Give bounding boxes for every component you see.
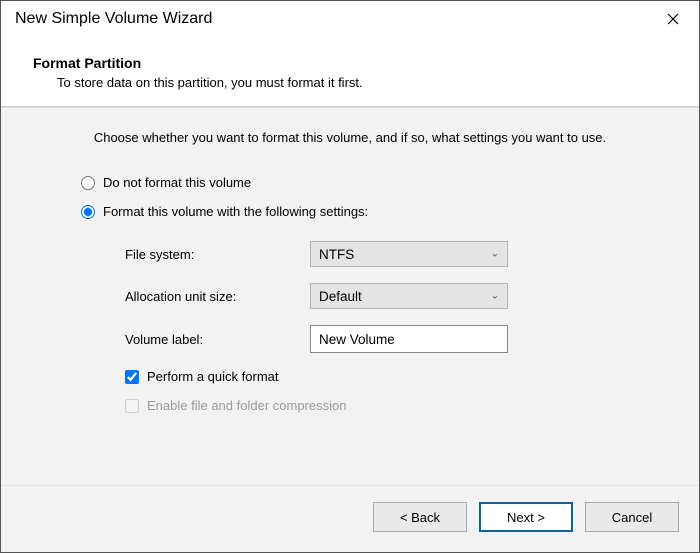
file-system-row: File system: NTFS ⌄ [125, 241, 667, 267]
allocation-label: Allocation unit size: [125, 289, 310, 304]
radio-format-with-settings[interactable]: Format this volume with the following se… [81, 204, 667, 219]
radio-format-with-settings-label: Format this volume with the following se… [103, 204, 368, 219]
close-icon [667, 13, 679, 25]
volume-label-row: Volume label: [125, 325, 667, 353]
volume-label-input[interactable] [310, 325, 508, 353]
file-system-select[interactable]: NTFS ⌄ [310, 241, 508, 267]
chevron-down-icon: ⌄ [491, 249, 499, 260]
quick-format-check[interactable]: Perform a quick format [125, 369, 667, 384]
compression-input [125, 399, 139, 413]
file-system-value: NTFS [319, 247, 354, 262]
titlebar: New Simple Volume Wizard [1, 1, 699, 37]
radio-do-not-format-input[interactable] [81, 176, 95, 190]
page-subtitle: To store data on this partition, you mus… [33, 75, 667, 90]
wizard-header: Format Partition To store data on this p… [1, 37, 699, 106]
quick-format-input[interactable] [125, 370, 139, 384]
file-system-label: File system: [125, 247, 310, 262]
radio-format-with-settings-input[interactable] [81, 205, 95, 219]
radio-do-not-format[interactable]: Do not format this volume [81, 175, 667, 190]
quick-format-label: Perform a quick format [147, 369, 279, 384]
cancel-button[interactable]: Cancel [585, 502, 679, 532]
wizard-body: Choose whether you want to format this v… [1, 107, 699, 485]
radio-do-not-format-label: Do not format this volume [103, 175, 251, 190]
wizard-footer: < Back Next > Cancel [1, 485, 699, 552]
intro-text: Choose whether you want to format this v… [33, 130, 667, 145]
compression-label: Enable file and folder compression [147, 398, 346, 413]
back-button[interactable]: < Back [373, 502, 467, 532]
chevron-down-icon: ⌄ [491, 291, 499, 302]
allocation-row: Allocation unit size: Default ⌄ [125, 283, 667, 309]
format-settings: File system: NTFS ⌄ Allocation unit size… [125, 241, 667, 369]
close-button[interactable] [657, 7, 689, 31]
wizard-dialog: New Simple Volume Wizard Format Partitio… [0, 0, 700, 553]
next-button[interactable]: Next > [479, 502, 573, 532]
volume-label-label: Volume label: [125, 332, 310, 347]
page-title: Format Partition [33, 55, 667, 71]
allocation-select[interactable]: Default ⌄ [310, 283, 508, 309]
body-spacer [33, 427, 667, 485]
compression-check: Enable file and folder compression [125, 398, 667, 413]
window-title: New Simple Volume Wizard [15, 10, 212, 28]
allocation-value: Default [319, 289, 362, 304]
